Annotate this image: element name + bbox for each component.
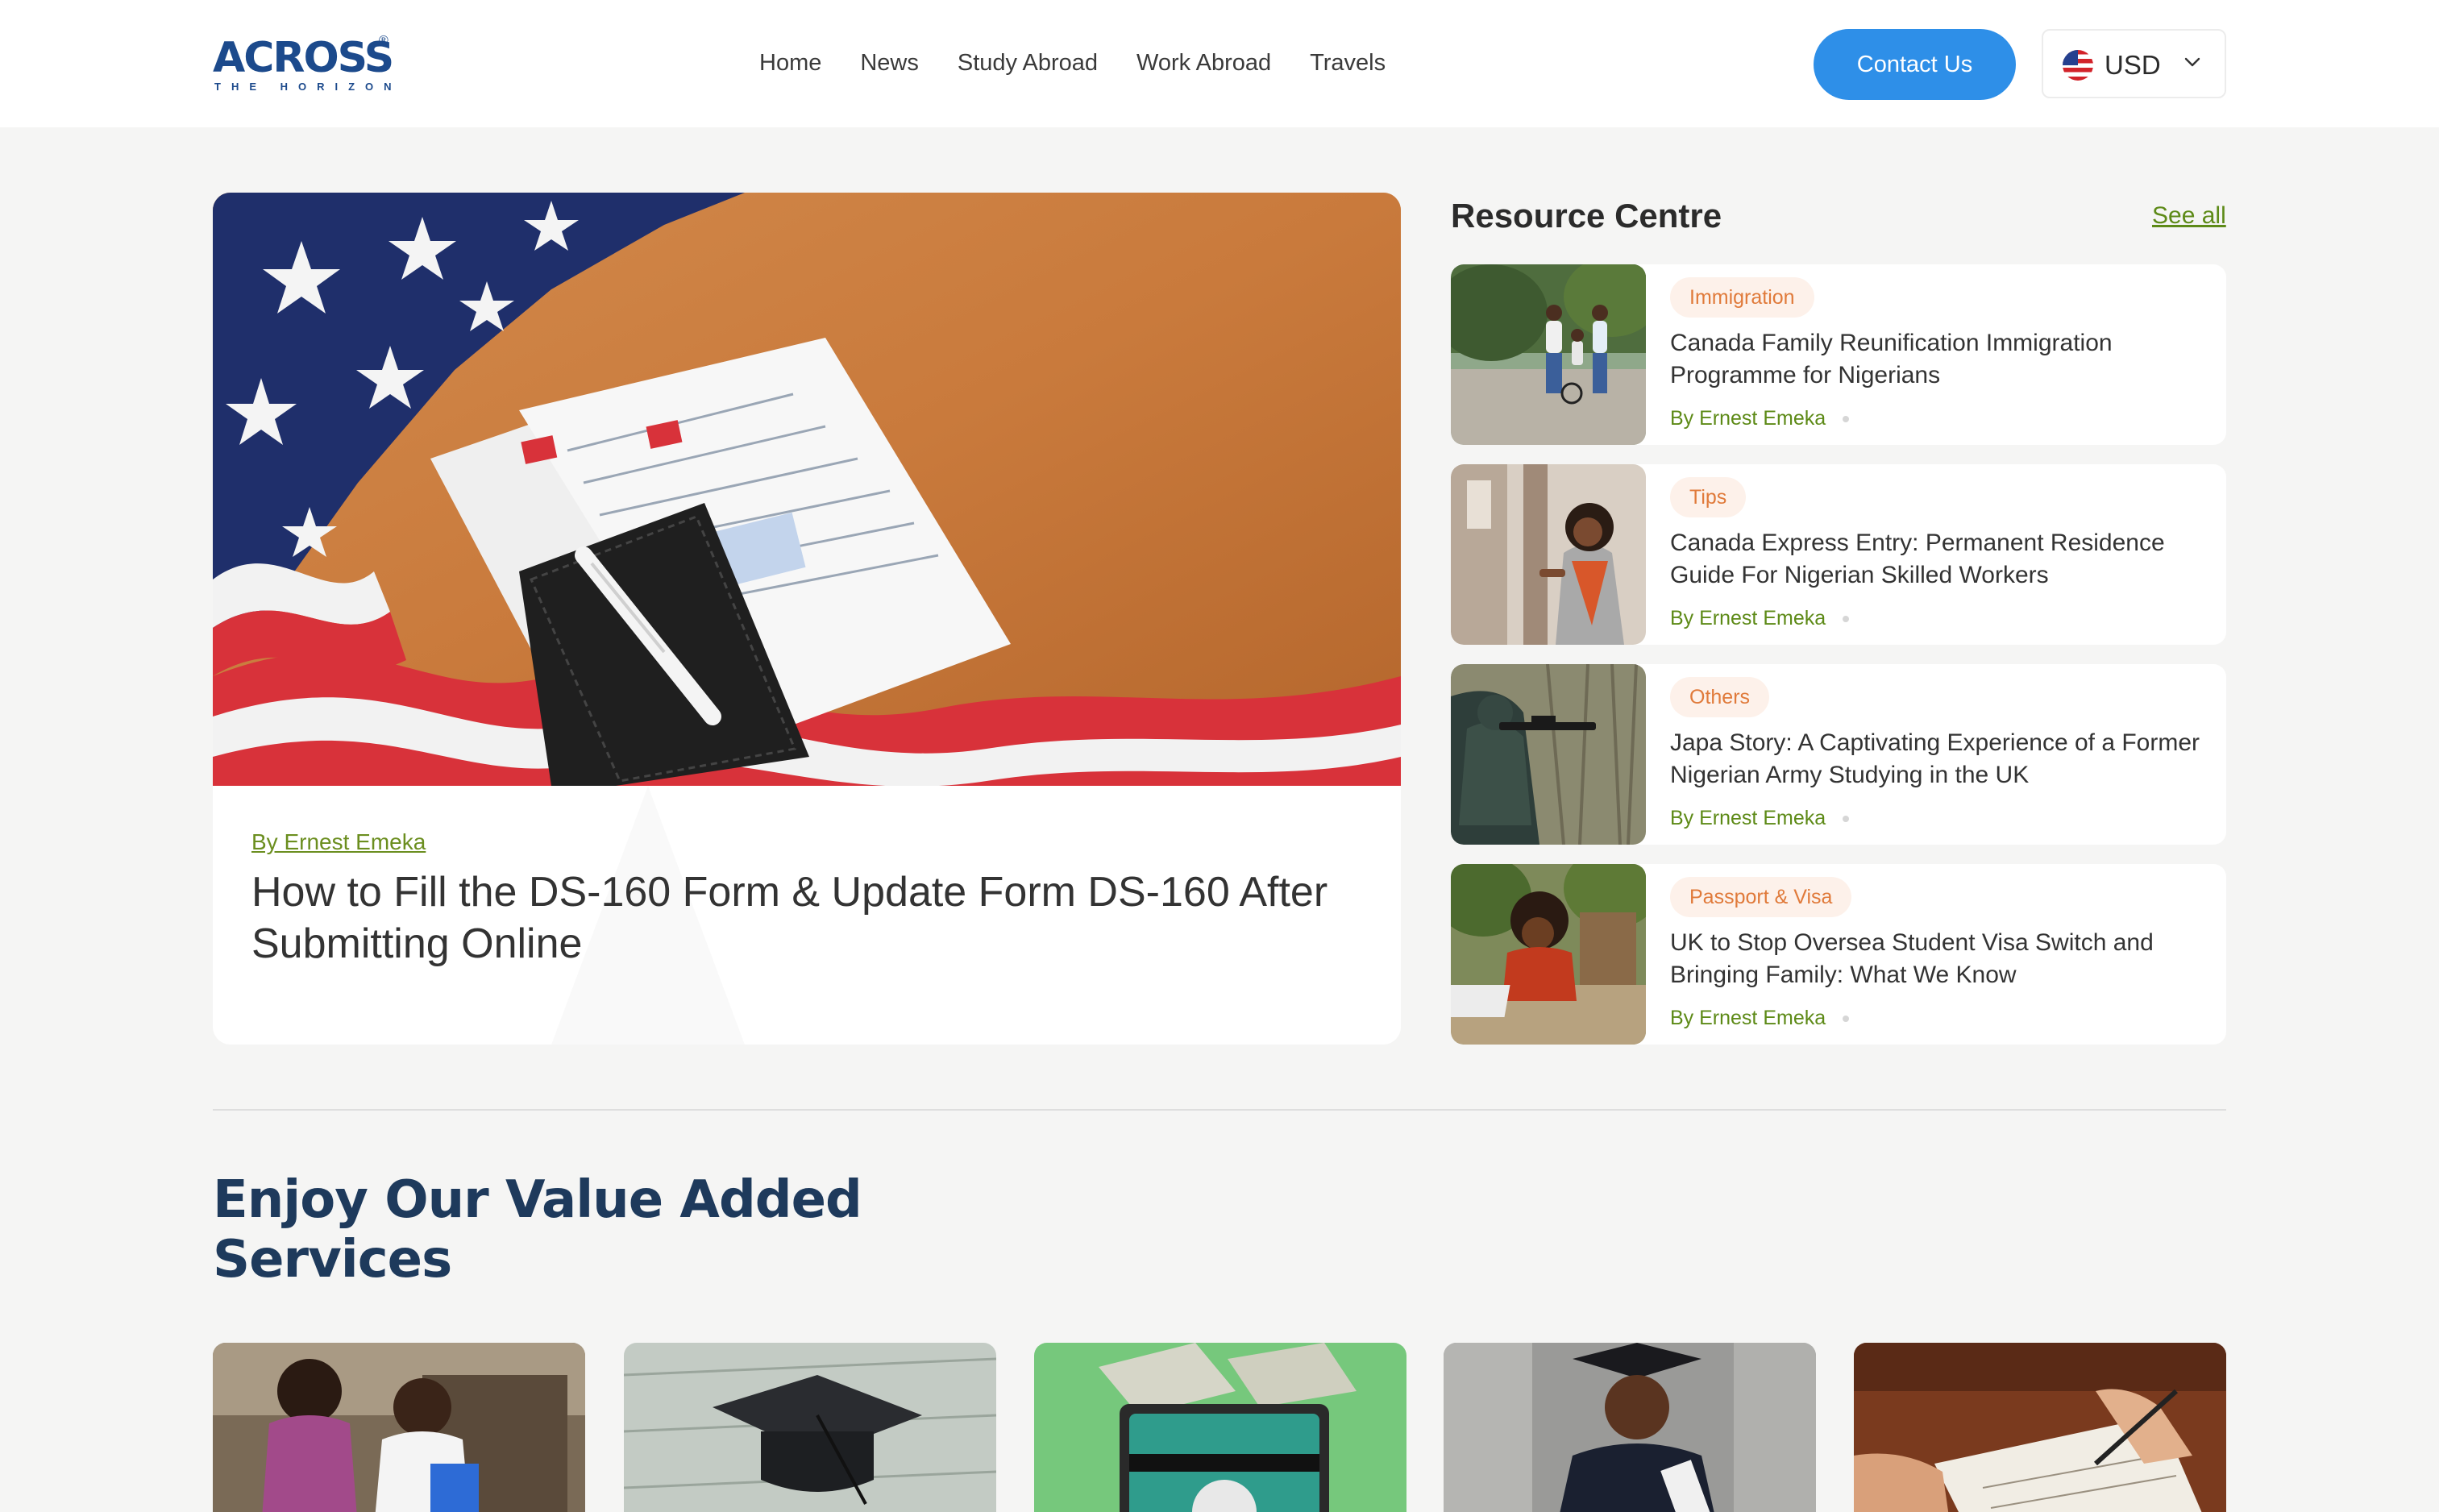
site-header: ACROSS ® THE HORIZON Home News Study Abr… bbox=[0, 0, 2439, 127]
resource-centre-title: Resource Centre bbox=[1451, 197, 1722, 235]
nav-travels[interactable]: Travels bbox=[1310, 45, 1386, 81]
flag-and-forms-illustration bbox=[213, 193, 1401, 786]
resource-thumbnail bbox=[1451, 264, 1646, 445]
resource-author: By Ernest Emeka bbox=[1670, 1007, 1826, 1029]
main-nav: Home News Study Abroad Work Abroad Trave… bbox=[759, 45, 1386, 81]
service-card[interactable] bbox=[624, 1343, 996, 1512]
category-tag[interactable]: Passport & Visa bbox=[1670, 877, 1852, 917]
nav-news[interactable]: News bbox=[860, 45, 919, 81]
nav-study-abroad[interactable]: Study Abroad bbox=[958, 45, 1098, 81]
currency-selected: USD bbox=[2105, 50, 2161, 80]
service-image-graduation-cap-money bbox=[624, 1343, 996, 1512]
resource-headline[interactable]: Canada Express Entry: Permanent Residenc… bbox=[1670, 527, 2202, 592]
logo-registered-mark: ® bbox=[379, 34, 388, 48]
featured-article-card[interactable]: By Ernest Emeka How to Fill the DS-160 F… bbox=[213, 193, 1401, 1045]
nav-home[interactable]: Home bbox=[759, 45, 821, 81]
us-flag-icon bbox=[2063, 50, 2093, 81]
resource-item[interactable]: Others Japa Story: A Captivating Experie… bbox=[1451, 664, 2226, 845]
contact-us-button[interactable]: Contact Us bbox=[1814, 29, 2016, 100]
resource-author: By Ernest Emeka bbox=[1670, 807, 1826, 829]
resource-headline[interactable]: Japa Story: A Captivating Experience of … bbox=[1670, 727, 2202, 791]
separator-dot bbox=[1843, 816, 1849, 822]
service-image-signing-cheque bbox=[1854, 1343, 2226, 1512]
service-image-card-payment bbox=[1034, 1343, 1406, 1512]
service-card[interactable] bbox=[1034, 1343, 1406, 1512]
section-divider bbox=[213, 1109, 2226, 1111]
featured-article-image bbox=[213, 193, 1401, 786]
see-all-link[interactable]: See all bbox=[2152, 200, 2226, 232]
service-card[interactable] bbox=[1444, 1343, 1816, 1512]
resource-thumbnail bbox=[1451, 864, 1646, 1045]
separator-dot bbox=[1843, 416, 1849, 422]
category-tag[interactable]: Tips bbox=[1670, 477, 1747, 517]
site-logo[interactable]: ACROSS ® THE HORIZON bbox=[213, 32, 398, 97]
featured-article-body: By Ernest Emeka How to Fill the DS-160 F… bbox=[213, 786, 1401, 1045]
logo-tagline: THE HORIZON bbox=[214, 81, 402, 93]
service-image-graduate bbox=[1444, 1343, 1816, 1512]
resource-thumbnail bbox=[1451, 464, 1646, 645]
resource-headline[interactable]: UK to Stop Oversea Student Visa Switch a… bbox=[1670, 927, 2202, 991]
resource-item[interactable]: Immigration Canada Family Reunification … bbox=[1451, 264, 2226, 445]
services-title: Enjoy Our Value Added Services bbox=[213, 1170, 862, 1290]
chevron-down-icon bbox=[2184, 57, 2200, 67]
resource-item[interactable]: Tips Canada Express Entry: Permanent Res… bbox=[1451, 464, 2226, 645]
service-image-students bbox=[213, 1343, 585, 1512]
service-card[interactable] bbox=[213, 1343, 585, 1512]
logo-wordmark: ACROSS bbox=[213, 34, 394, 82]
resource-author: By Ernest Emeka bbox=[1670, 607, 1826, 629]
resource-author: By Ernest Emeka bbox=[1670, 407, 1826, 430]
featured-byline[interactable]: By Ernest Emeka bbox=[251, 826, 426, 858]
separator-dot bbox=[1843, 1016, 1849, 1022]
separator-dot bbox=[1843, 616, 1849, 622]
currency-selector[interactable]: USD bbox=[2042, 29, 2226, 98]
nav-work-abroad[interactable]: Work Abroad bbox=[1136, 45, 1271, 81]
resource-headline[interactable]: Canada Family Reunification Immigration … bbox=[1670, 327, 2202, 392]
featured-title[interactable]: How to Fill the DS-160 Form & Update For… bbox=[251, 866, 1364, 970]
category-tag[interactable]: Others bbox=[1670, 677, 1770, 717]
resource-thumbnail bbox=[1451, 664, 1646, 845]
service-card[interactable] bbox=[1854, 1343, 2226, 1512]
category-tag[interactable]: Immigration bbox=[1670, 277, 1814, 318]
resource-item[interactable]: Passport & Visa UK to Stop Oversea Stude… bbox=[1451, 864, 2226, 1045]
